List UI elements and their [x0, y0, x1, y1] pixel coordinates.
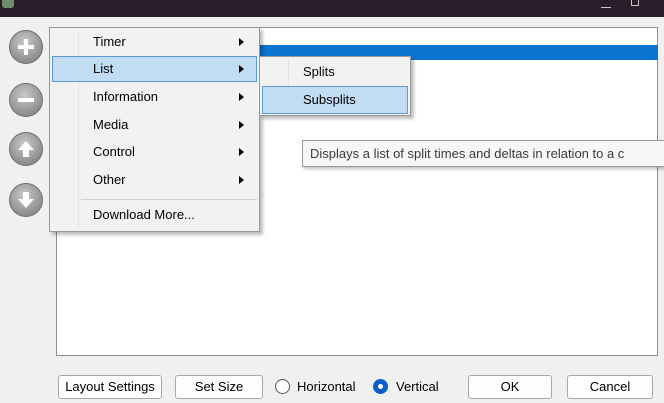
remove-component-button[interactable] [9, 83, 43, 117]
menu-item-label: Timer [93, 34, 126, 49]
menu-item-control[interactable]: Control [52, 139, 257, 165]
title-bar [0, 0, 664, 17]
submenu-arrow-icon [239, 121, 244, 129]
menu-item-label: Control [93, 144, 135, 159]
ok-button[interactable]: OK [468, 375, 552, 399]
move-up-button[interactable] [9, 132, 43, 166]
menu-item-label: Information [93, 89, 159, 104]
vertical-label[interactable]: Vertical [396, 379, 439, 394]
cancel-button[interactable]: Cancel [567, 375, 653, 399]
submenu-item-label: Splits [303, 64, 335, 79]
app-icon [2, 0, 14, 8]
move-up-icon [18, 141, 34, 157]
menu-item-download-more[interactable]: Download More... [52, 202, 257, 228]
layout-settings-button[interactable]: Layout Settings [58, 375, 162, 399]
list-submenu: Splits Subsplits [259, 56, 411, 116]
remove-icon [18, 98, 34, 102]
horizontal-radio[interactable] [275, 379, 290, 394]
maximize-button[interactable] [631, 0, 639, 6]
component-tooltip: Displays a list of split times and delta… [302, 140, 664, 167]
menu-item-timer[interactable]: Timer [52, 29, 257, 55]
minimize-button[interactable] [601, 0, 611, 8]
horizontal-label[interactable]: Horizontal [297, 379, 356, 394]
menu-item-list[interactable]: List [52, 56, 257, 82]
vertical-radio[interactable] [373, 379, 388, 394]
menu-item-label: Download More... [93, 207, 195, 222]
submenu-arrow-icon [239, 65, 244, 73]
menu-item-label: Other [93, 172, 126, 187]
move-down-button[interactable] [9, 183, 43, 217]
menu-item-information[interactable]: Information [52, 84, 257, 110]
add-icon [18, 39, 34, 55]
menu-separator [81, 199, 257, 200]
move-down-icon [18, 192, 34, 208]
submenu-arrow-icon [239, 148, 244, 156]
menu-item-other[interactable]: Other [52, 167, 257, 193]
add-component-button[interactable] [9, 30, 43, 64]
submenu-arrow-icon [239, 93, 244, 101]
add-component-menu: Timer List Information Media Control Oth… [49, 27, 260, 232]
menu-item-media[interactable]: Media [52, 112, 257, 138]
submenu-item-splits[interactable]: Splits [262, 58, 408, 86]
menu-item-label: Media [93, 117, 129, 132]
submenu-arrow-icon [239, 38, 244, 46]
menu-item-label: List [93, 61, 114, 76]
submenu-item-label: Subsplits [303, 92, 356, 107]
set-size-button[interactable]: Set Size [175, 375, 263, 399]
submenu-item-subsplits[interactable]: Subsplits [262, 86, 408, 114]
submenu-arrow-icon [239, 176, 244, 184]
